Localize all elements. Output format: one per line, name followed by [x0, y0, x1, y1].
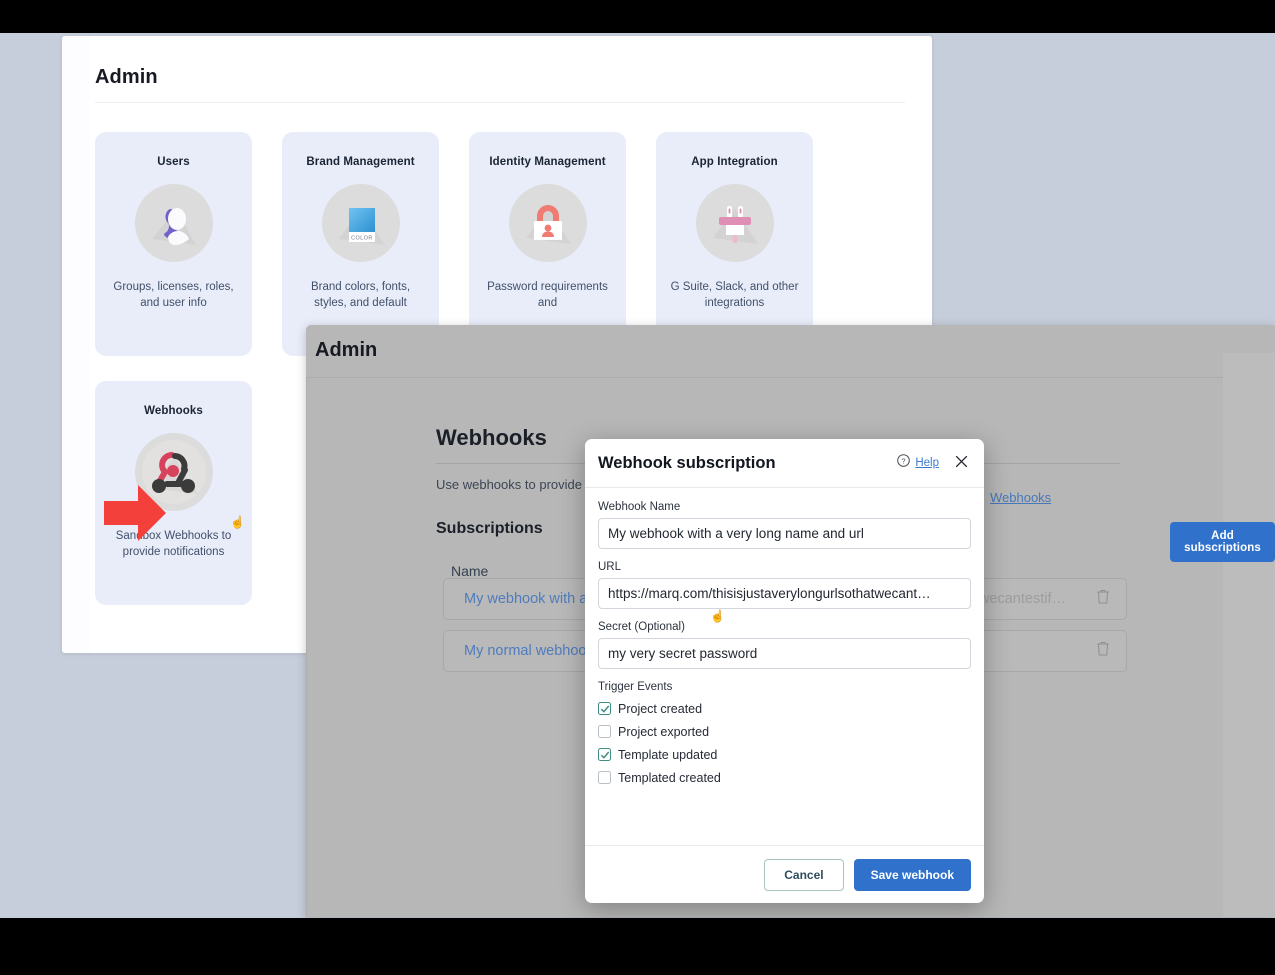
- browser-viewport: Admin Users Groups, licenses, roles, and…: [0, 33, 1275, 918]
- modal-help-group[interactable]: ? Help: [897, 454, 939, 472]
- webhook-name-input[interactable]: My webhook with a very long name and url: [598, 518, 971, 549]
- trigger-events-group: Trigger Events Project created Project e…: [598, 681, 971, 789]
- red-arrow-pointer: [104, 485, 166, 541]
- card-description: Password requirements and: [487, 281, 608, 309]
- admin-card-users[interactable]: Users Groups, licenses, roles, and user …: [95, 132, 252, 356]
- close-icon[interactable]: [955, 455, 968, 471]
- screen: Admin Users Groups, licenses, roles, and…: [0, 0, 1275, 975]
- pointer-cursor-modal: ☝: [710, 609, 725, 623]
- svg-text:COLOR: COLOR: [351, 236, 373, 242]
- trigger-event-template-updated[interactable]: Template updated: [598, 743, 971, 766]
- admin-cards-row-1: Users Groups, licenses, roles, and user …: [95, 132, 813, 356]
- checkbox-unchecked-icon[interactable]: [598, 725, 611, 738]
- subscription-name: My webhook with a: [464, 591, 588, 607]
- save-webhook-button[interactable]: Save webhook: [853, 858, 971, 891]
- admin-card-brand-management[interactable]: Brand Management COLOR Brand colors, fon…: [282, 132, 439, 356]
- checkbox-label: Project created: [618, 701, 703, 716]
- checkbox-label: Templated created: [618, 770, 721, 785]
- webhooks-doc-link[interactable]: Webhooks: [990, 490, 1051, 505]
- card-description: Brand colors, fonts, styles, and default: [310, 281, 411, 309]
- add-subscriptions-button[interactable]: Add subscriptions: [1170, 522, 1275, 562]
- card-title: Users: [157, 156, 190, 168]
- card-description: Groups, licenses, roles, and user info: [113, 281, 234, 309]
- card-title: Webhooks: [144, 405, 203, 417]
- page-title-front: Admin: [315, 339, 378, 361]
- window-front-divider: [306, 377, 1275, 378]
- user-avatar-icon: [134, 184, 213, 262]
- help-link[interactable]: Help: [915, 457, 939, 469]
- url-field-group: URL https://marq.com/thisisjustaverylong…: [598, 561, 971, 609]
- checkbox-label: Template updated: [618, 747, 718, 762]
- webhook-subscription-modal: Webhook subscription ? Help Webhook Name…: [585, 439, 984, 903]
- secret-field-group: Secret (Optional) my very secret passwor…: [598, 609, 971, 669]
- card-title: Identity Management: [489, 156, 606, 168]
- url-input[interactable]: https://marq.com/thisisjustaverylongurls…: [598, 578, 971, 609]
- trigger-event-project-exported[interactable]: Project exported: [598, 720, 971, 743]
- color-swatch-icon: COLOR: [321, 184, 400, 262]
- trigger-event-templated-created[interactable]: Templated created: [598, 766, 971, 789]
- trigger-event-project-created[interactable]: Project created: [598, 697, 971, 720]
- window-right-gutter: [1223, 353, 1275, 917]
- checkbox-unchecked-icon[interactable]: [598, 771, 611, 784]
- subscription-url: wecantestif…: [978, 591, 1066, 607]
- webhooks-description-text: Use webhooks to provide: [436, 477, 582, 492]
- webhook-name-label: Webhook Name: [598, 501, 681, 513]
- checkbox-checked-icon[interactable]: [598, 702, 611, 715]
- title-divider: [95, 102, 905, 103]
- modal-footer: Cancel Save webhook: [585, 845, 984, 903]
- cancel-button[interactable]: Cancel: [764, 858, 844, 891]
- admin-card-identity-management[interactable]: Identity Management Password requirement…: [469, 132, 626, 356]
- svg-text:?: ?: [902, 456, 906, 465]
- plug-icon: [695, 184, 774, 262]
- question-circle-icon: ?: [897, 454, 911, 472]
- modal-body: Webhook Name My webhook with a very long…: [585, 488, 984, 845]
- subscription-name: My normal webhoo: [464, 643, 587, 659]
- modal-title: Webhook subscription: [598, 453, 776, 472]
- checkbox-checked-icon[interactable]: [598, 748, 611, 761]
- secret-label: Secret (Optional): [598, 621, 685, 633]
- url-label: URL: [598, 561, 622, 573]
- trash-icon[interactable]: [1096, 641, 1110, 662]
- padlock-user-icon: [508, 184, 587, 262]
- card-title: App Integration: [691, 156, 778, 168]
- checkbox-label: Project exported: [618, 724, 710, 739]
- trash-icon[interactable]: [1096, 589, 1110, 610]
- trigger-events-label: Trigger Events: [598, 681, 673, 693]
- secret-input[interactable]: my very secret password: [598, 638, 971, 669]
- page-title-back: Admin: [95, 66, 158, 88]
- card-description: G Suite, Slack, and other integrations: [670, 281, 799, 309]
- window-left-border: [306, 378, 307, 917]
- webhook-name-field-group: Webhook Name My webhook with a very long…: [598, 501, 971, 549]
- pointer-cursor-webhook-card: ☝: [230, 515, 245, 529]
- admin-card-app-integration[interactable]: App Integration G Suite, Slack, and othe…: [656, 132, 813, 356]
- modal-header: Webhook subscription ? Help: [585, 439, 984, 488]
- card-title: Brand Management: [306, 156, 415, 168]
- window-left-strip: [62, 36, 90, 653]
